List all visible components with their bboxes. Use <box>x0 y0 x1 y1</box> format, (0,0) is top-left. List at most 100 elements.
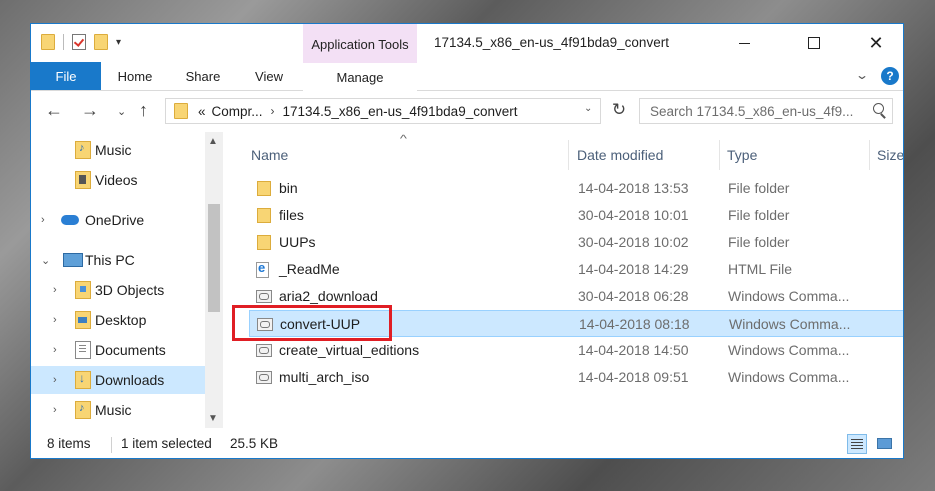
nav-item-label: Videos <box>95 172 138 188</box>
nav-item-downloads[interactable]: › Downloads <box>31 366 205 394</box>
scrollbar-thumb[interactable] <box>208 204 220 312</box>
file-date: 30-04-2018 06:28 <box>578 288 689 304</box>
minimize-button[interactable] <box>721 24 767 62</box>
file-row[interactable]: create_virtual_editions 14-04-2018 14:50… <box>249 337 903 364</box>
navigation-pane-scrollbar[interactable]: ▲ ▼ <box>205 132 223 428</box>
expand-ribbon-icon[interactable]: ⌄ <box>855 68 869 82</box>
column-header-type[interactable]: Type <box>727 142 757 168</box>
column-header-size[interactable]: Size <box>877 142 903 168</box>
scroll-down-icon[interactable]: ▼ <box>208 413 218 424</box>
maximize-button[interactable] <box>791 24 837 62</box>
nav-item-videos[interactable]: Videos <box>31 166 205 194</box>
nav-item-this-pc[interactable]: ⌄ This PC <box>31 246 205 274</box>
column-divider[interactable] <box>719 140 720 170</box>
file-type: File folder <box>728 207 790 223</box>
folder-icon[interactable] <box>41 34 55 50</box>
up-arrow-icon[interactable]: ↑ <box>139 100 148 121</box>
html-file-icon <box>256 260 269 278</box>
file-row[interactable]: files 30-04-2018 10:01 File folder <box>249 202 903 229</box>
title-bar: ▾ Application Tools 17134.5_x86_en-us_4f… <box>31 24 903 64</box>
documents-folder-icon <box>75 341 91 359</box>
file-name: aria2_download <box>279 288 378 304</box>
file-row[interactable]: multi_arch_iso 14-04-2018 09:51 Windows … <box>249 364 903 391</box>
back-arrow-icon[interactable]: ← <box>45 100 63 121</box>
nav-item-desktop[interactable]: › Desktop <box>31 306 205 334</box>
nav-item-label: Downloads <box>95 372 165 388</box>
file-name: files <box>279 207 304 223</box>
file-row[interactable]: bin 14-04-2018 13:53 File folder <box>249 175 903 202</box>
music-folder-icon <box>75 141 91 159</box>
file-row[interactable]: UUPs 30-04-2018 10:02 File folder <box>249 229 903 256</box>
search-input[interactable]: Search 17134.5_x86_en-us_4f9... <box>650 104 860 119</box>
nav-item-music-2[interactable]: › Music <box>31 396 205 424</box>
status-bar: 8 items 1 item selected 25.5 KB <box>31 430 903 458</box>
address-dropdown-icon[interactable]: ⌄ <box>584 103 592 114</box>
nav-item-label: Music <box>95 402 132 418</box>
nav-item-onedrive[interactable]: › OneDrive <box>31 206 205 234</box>
file-type: HTML File <box>728 261 793 277</box>
address-bar[interactable]: « Compr... › 17134.5_x86_en-us_4f91bda9_… <box>165 98 601 124</box>
file-type: File folder <box>728 234 790 250</box>
details-view-icon[interactable] <box>847 434 867 454</box>
file-name: _ReadMe <box>279 261 340 277</box>
file-type: Windows Comma... <box>728 369 850 385</box>
expand-chevron-icon[interactable]: › <box>41 214 45 226</box>
properties-icon[interactable] <box>72 34 86 50</box>
breadcrumb-overflow[interactable]: « <box>198 104 206 119</box>
expand-chevron-icon[interactable]: › <box>53 284 57 296</box>
nav-item-3d-objects[interactable]: › 3D Objects <box>31 276 205 304</box>
column-divider[interactable] <box>869 140 870 170</box>
navigation-bar: ← → ⌄ ↑ « Compr... › 17134.5_x86_en-us_4… <box>31 92 903 132</box>
scroll-up-icon[interactable]: ▲ <box>208 136 218 147</box>
tab-home[interactable]: Home <box>103 62 167 90</box>
collapse-chevron-icon[interactable]: ⌄ <box>41 254 50 267</box>
expand-chevron-icon[interactable]: › <box>53 314 57 326</box>
folder-icon <box>257 181 271 196</box>
nav-item-music[interactable]: Music <box>31 136 205 164</box>
forward-arrow-icon[interactable]: → <box>81 100 99 121</box>
maximize-icon <box>808 37 820 49</box>
breadcrumb-separator-icon[interactable]: › <box>271 104 275 118</box>
3d-objects-icon <box>75 281 91 299</box>
new-folder-icon[interactable] <box>94 34 108 50</box>
tab-share[interactable]: Share <box>171 62 235 90</box>
status-divider <box>111 437 112 453</box>
breadcrumb-item[interactable]: 17134.5_x86_en-us_4f91bda9_convert <box>283 104 518 119</box>
qat-dropdown-icon[interactable]: ▾ <box>116 37 121 48</box>
file-date: 14-04-2018 14:29 <box>578 261 689 277</box>
help-icon[interactable]: ? <box>881 67 899 85</box>
this-pc-icon <box>63 253 83 267</box>
recent-locations-chevron-icon[interactable]: ⌄ <box>117 105 126 118</box>
cmd-script-icon <box>256 344 272 357</box>
column-header-name[interactable]: Name <box>251 142 288 168</box>
music-folder-icon <box>75 401 91 419</box>
nav-item-documents[interactable]: › Documents <box>31 336 205 364</box>
nav-item-label: Desktop <box>95 312 147 328</box>
expand-chevron-icon[interactable]: › <box>53 344 57 356</box>
tab-file[interactable]: File <box>31 62 101 90</box>
file-date: 14-04-2018 08:18 <box>579 316 690 332</box>
file-type: Windows Comma... <box>729 316 851 332</box>
breadcrumb-item[interactable]: Compr... <box>212 104 263 119</box>
file-row[interactable]: _ReadMe 14-04-2018 14:29 HTML File <box>249 256 903 283</box>
tab-manage[interactable]: Manage <box>303 62 417 91</box>
file-name: bin <box>279 180 298 196</box>
tab-view[interactable]: View <box>239 62 299 90</box>
file-type: Windows Comma... <box>728 342 850 358</box>
close-button[interactable]: ✕ <box>853 24 899 62</box>
file-name: UUPs <box>279 234 316 250</box>
search-box[interactable]: Search 17134.5_x86_en-us_4f9... <box>639 98 893 124</box>
column-divider[interactable] <box>568 140 569 170</box>
navigation-pane: Music Videos › OneDrive ⌄ This PC › 3D O… <box>31 132 229 428</box>
nav-item-label: 3D Objects <box>95 282 165 298</box>
expand-chevron-icon[interactable]: › <box>53 374 57 386</box>
nav-item-label: Documents <box>95 342 166 358</box>
column-header-date-modified[interactable]: Date modified <box>577 142 663 168</box>
minimize-icon <box>738 42 750 44</box>
folder-icon <box>257 208 271 223</box>
nav-item-label: Music <box>95 142 132 158</box>
large-icons-view-icon[interactable] <box>875 434 895 454</box>
search-icon <box>873 103 884 114</box>
expand-chevron-icon[interactable]: › <box>53 404 57 416</box>
refresh-icon[interactable]: ↻ <box>607 100 631 124</box>
